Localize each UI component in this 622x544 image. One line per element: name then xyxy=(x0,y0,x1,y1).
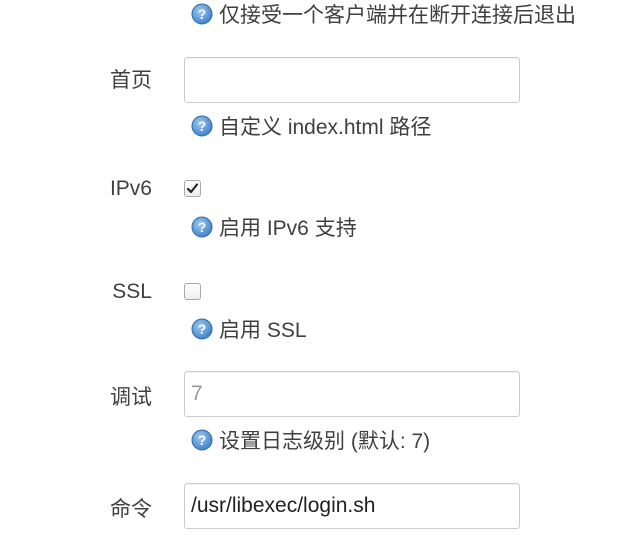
ssl-label: SSL xyxy=(112,280,152,303)
ssl-hint-text: 启用 SSL xyxy=(219,319,307,342)
ssl-checkbox[interactable] xyxy=(184,283,201,300)
svg-text:?: ? xyxy=(198,118,207,134)
svg-text:?: ? xyxy=(198,321,207,337)
command-label: 命令 xyxy=(110,498,152,521)
top-hint-text: 仅接受一个客户端并在断开连接后退出 xyxy=(219,4,576,27)
top-hint: ? 仅接受一个客户端并在断开连接后退出 xyxy=(191,0,576,29)
ipv6-label: IPv6 xyxy=(109,177,152,200)
debug-label: 调试 xyxy=(110,386,152,409)
ipv6-checkbox[interactable] xyxy=(184,180,201,197)
debug-hint-text: 设置日志级别 (默认: 7) xyxy=(219,430,431,453)
question-circle-icon: ? xyxy=(191,429,213,451)
debug-hint: ? 设置日志级别 (默认: 7) xyxy=(191,425,430,455)
debug-level-input[interactable] xyxy=(184,371,520,417)
homepage-label: 首页 xyxy=(110,69,152,92)
question-circle-icon: ? xyxy=(191,318,213,340)
settings-form: ? 仅接受一个客户端并在断开连接后退出 首页 ? 自定义 index.html … xyxy=(0,0,622,544)
ssl-hint: ? 启用 SSL xyxy=(191,314,307,344)
homepage-hint-text: 自定义 index.html 路径 xyxy=(219,116,432,139)
command-input[interactable] xyxy=(184,483,520,529)
svg-text:?: ? xyxy=(198,6,207,22)
checkmark-icon xyxy=(186,183,199,194)
svg-text:?: ? xyxy=(198,432,207,448)
homepage-input[interactable] xyxy=(184,57,520,103)
question-circle-icon: ? xyxy=(191,3,213,25)
question-circle-icon: ? xyxy=(191,115,213,137)
question-circle-icon: ? xyxy=(191,216,213,238)
ipv6-hint: ? 启用 IPv6 支持 xyxy=(191,212,357,242)
svg-text:?: ? xyxy=(198,219,207,235)
ipv6-hint-text: 启用 IPv6 支持 xyxy=(219,217,357,240)
homepage-hint: ? 自定义 index.html 路径 xyxy=(191,111,431,141)
